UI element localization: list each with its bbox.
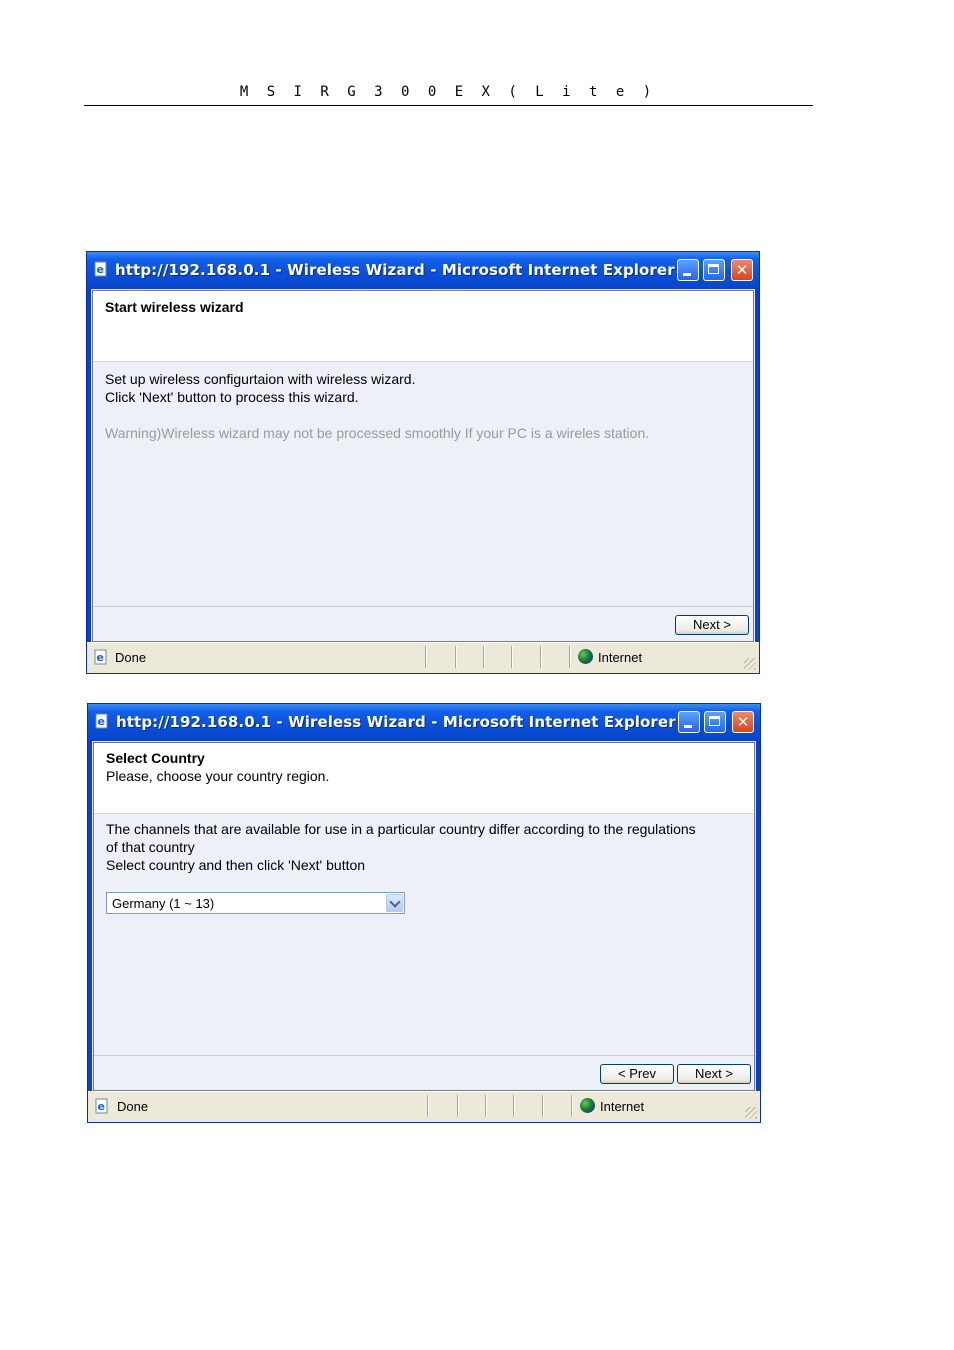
- wizard-warning: Warning)Wireless wizard may not be proce…: [105, 425, 650, 441]
- close-button[interactable]: ✕: [732, 711, 754, 733]
- close-button[interactable]: ✕: [731, 259, 753, 281]
- status-separator: [483, 646, 484, 668]
- prev-button[interactable]: < Prev: [600, 1064, 674, 1084]
- next-button[interactable]: Next >: [677, 1064, 751, 1084]
- window-title: http://192.168.0.1 - Wireless Wizard - M…: [115, 261, 675, 279]
- wizard-heading: Start wireless wizard: [105, 299, 244, 315]
- status-bar: e Done Internet: [87, 642, 759, 673]
- status-separator: [455, 646, 456, 668]
- country-select[interactable]: Germany (1 ~ 13): [106, 892, 405, 914]
- ie-window-start-wizard: e http://192.168.0.1 - Wireless Wizard -…: [86, 251, 760, 674]
- status-separator: [457, 1095, 458, 1117]
- wizard-header: Start wireless wizard: [93, 291, 753, 362]
- maximize-button[interactable]: [703, 259, 725, 281]
- wizard-body-line-2: Click 'Next' button to process this wiza…: [105, 389, 359, 405]
- status-separator: [540, 646, 541, 668]
- svg-text:e: e: [98, 1100, 105, 1113]
- internet-zone-icon: [580, 1098, 595, 1113]
- wizard-body-line-2: of that country: [106, 839, 195, 855]
- wizard-body-line-1: The channels that are available for use …: [106, 821, 696, 837]
- minimize-button[interactable]: [678, 711, 700, 733]
- maximize-button[interactable]: [704, 711, 726, 733]
- next-button[interactable]: Next >: [675, 615, 749, 635]
- wizard-body-line-1: Set up wireless configurtaion with wirel…: [105, 371, 416, 387]
- security-zone-text: Internet: [598, 650, 643, 665]
- ie-page-icon: e: [94, 261, 107, 277]
- wizard-heading: Select Country: [106, 750, 205, 766]
- status-separator: [427, 1095, 428, 1117]
- browser-client-area: Start wireless wizard Set up wireless co…: [91, 289, 755, 643]
- ie-page-icon: e: [95, 713, 108, 729]
- status-separator: [542, 1095, 543, 1117]
- status-separator: [569, 646, 570, 668]
- status-separator: [513, 1095, 514, 1117]
- wizard-body-line-3: Select country and then click 'Next' but…: [106, 857, 366, 873]
- browser-client-area: Select Country Please, choose your count…: [92, 741, 756, 1092]
- resize-grip[interactable]: [745, 1107, 757, 1119]
- maximize-icon: [709, 716, 720, 726]
- internet-zone-icon: [578, 649, 593, 664]
- dropdown-arrow-button[interactable]: [386, 894, 403, 912]
- resize-grip[interactable]: [744, 658, 756, 670]
- wizard-header: Select Country Please, choose your count…: [94, 743, 754, 814]
- window-title: http://192.168.0.1 - Wireless Wizard - M…: [116, 713, 676, 731]
- svg-text:e: e: [97, 263, 104, 276]
- page-done-icon: e: [94, 649, 107, 665]
- status-bar: e Done Internet: [88, 1091, 760, 1122]
- country-select-value: Germany (1 ~ 13): [112, 896, 215, 911]
- status-separator: [571, 1095, 572, 1117]
- page-done-icon: e: [95, 1098, 108, 1114]
- document-header: M S I R G 3 0 0 E X ( L i t e ): [239, 84, 657, 100]
- minimize-icon: [684, 725, 692, 728]
- close-icon: ✕: [736, 713, 750, 731]
- svg-text:e: e: [98, 715, 105, 728]
- minimize-button[interactable]: [677, 259, 699, 281]
- title-bar[interactable]: e http://192.168.0.1 - Wireless Wizard -…: [87, 252, 759, 288]
- chevron-down-icon: [389, 896, 401, 908]
- maximize-icon: [708, 264, 719, 274]
- title-bar[interactable]: e http://192.168.0.1 - Wireless Wizard -…: [88, 704, 760, 740]
- header-rule: [84, 105, 813, 106]
- close-icon: ✕: [735, 261, 749, 279]
- status-text: Done: [117, 1099, 149, 1114]
- minimize-icon: [683, 273, 691, 276]
- wizard-footer: < Prev Next >: [94, 1055, 754, 1090]
- status-separator: [485, 1095, 486, 1117]
- wizard-footer: Next >: [93, 606, 753, 641]
- wizard-page: Start wireless wizard Set up wireless co…: [92, 290, 754, 642]
- status-text: Done: [115, 650, 147, 665]
- wizard-page: Select Country Please, choose your count…: [93, 742, 755, 1091]
- wizard-subheading: Please, choose your country region.: [106, 768, 330, 784]
- status-separator: [425, 646, 426, 668]
- security-zone-text: Internet: [600, 1099, 645, 1114]
- ie-window-select-country: e http://192.168.0.1 - Wireless Wizard -…: [87, 703, 761, 1123]
- status-separator: [511, 646, 512, 668]
- svg-text:e: e: [97, 651, 104, 664]
